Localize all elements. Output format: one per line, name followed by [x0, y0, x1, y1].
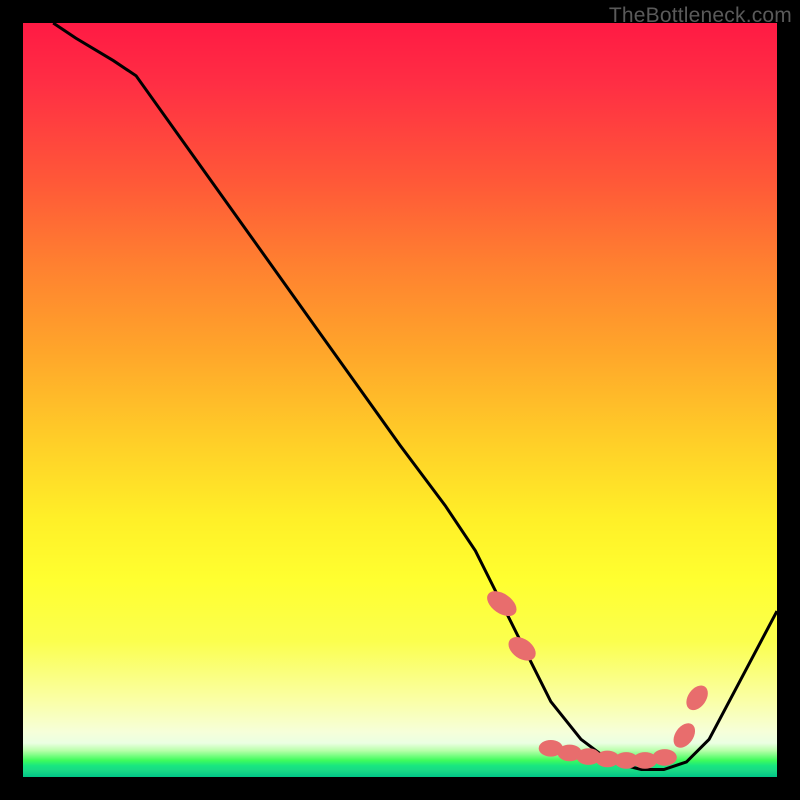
plot-area — [23, 23, 777, 777]
chart-container: TheBottleneck.com — [0, 0, 800, 800]
watermark: TheBottleneck.com — [609, 4, 792, 28]
